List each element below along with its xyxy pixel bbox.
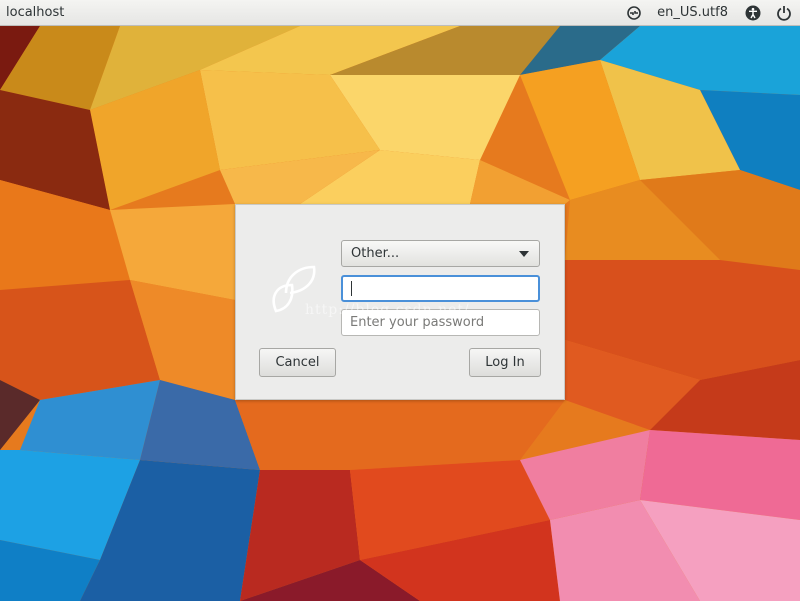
locale-indicator[interactable]: en_US.utf8 — [649, 5, 738, 20]
user-select-value: Other... — [351, 246, 400, 261]
password-input[interactable] — [341, 309, 540, 336]
top-panel: localhost en_US.utf8 — [0, 0, 800, 26]
status-area: en_US.utf8 — [619, 0, 800, 26]
username-input[interactable] — [341, 275, 540, 302]
power-icon[interactable] — [768, 0, 800, 26]
leaf-logo-icon — [272, 265, 316, 313]
hostname-label: localhost — [6, 5, 65, 20]
log-in-button[interactable]: Log In — [469, 348, 541, 377]
login-dialog: Other... Cancel Log In — [235, 204, 565, 400]
orca-screen-reader-icon[interactable] — [619, 0, 649, 26]
accessibility-icon[interactable] — [738, 0, 768, 26]
chevron-down-icon — [519, 251, 529, 257]
user-select-dropdown[interactable]: Other... — [341, 240, 540, 267]
text-cursor — [351, 281, 352, 296]
cancel-button[interactable]: Cancel — [259, 348, 336, 377]
